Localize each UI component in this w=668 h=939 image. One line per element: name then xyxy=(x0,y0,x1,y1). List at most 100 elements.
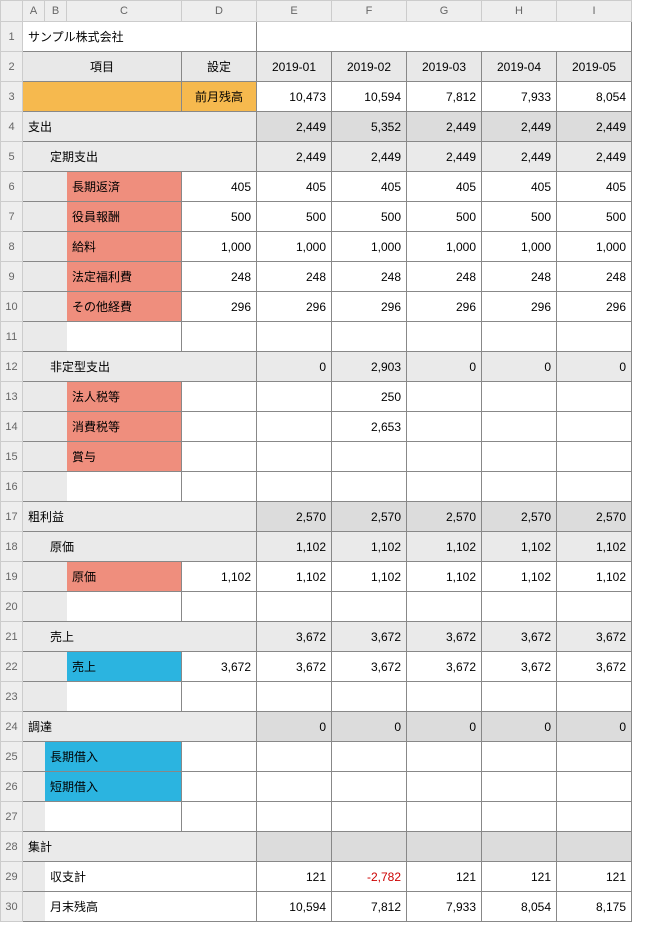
indent-cell[interactable] xyxy=(23,292,45,322)
value-cell[interactable] xyxy=(257,442,332,472)
row-header[interactable]: 19 xyxy=(1,562,23,592)
value-cell[interactable]: 296 xyxy=(482,292,557,322)
col-header[interactable]: F xyxy=(332,1,407,22)
value-cell[interactable] xyxy=(332,442,407,472)
value-cell[interactable]: 1,000 xyxy=(257,232,332,262)
value-cell[interactable]: 2,449 xyxy=(557,142,632,172)
row-header[interactable]: 3 xyxy=(1,82,23,112)
value-cell[interactable]: 2,449 xyxy=(482,142,557,172)
empty-cell[interactable] xyxy=(67,682,182,712)
header-month[interactable]: 2019-01 xyxy=(257,52,332,82)
value-cell[interactable]: 1,102 xyxy=(482,532,557,562)
row-header[interactable]: 16 xyxy=(1,472,23,502)
value-cell[interactable] xyxy=(557,832,632,862)
value-cell[interactable]: 2,570 xyxy=(407,502,482,532)
setting-cell[interactable]: 296 xyxy=(182,292,257,322)
row-header[interactable]: 11 xyxy=(1,322,23,352)
indent-cell[interactable] xyxy=(23,442,45,472)
value-cell[interactable]: 248 xyxy=(257,262,332,292)
indent-cell[interactable] xyxy=(23,742,45,772)
empty-cell[interactable] xyxy=(407,472,482,502)
company-title[interactable]: サンプル株式会社 xyxy=(23,22,257,52)
indent-cell[interactable] xyxy=(23,172,45,202)
value-cell[interactable]: 3,672 xyxy=(332,622,407,652)
value-cell[interactable]: 3,672 xyxy=(557,652,632,682)
row-header[interactable]: 13 xyxy=(1,382,23,412)
empty-cell[interactable] xyxy=(557,592,632,622)
value-cell[interactable]: 2,570 xyxy=(257,502,332,532)
value-cell[interactable] xyxy=(332,832,407,862)
value-cell[interactable]: 1,102 xyxy=(557,562,632,592)
value-cell[interactable]: 1,000 xyxy=(407,232,482,262)
value-cell[interactable]: 2,903 xyxy=(332,352,407,382)
value-cell[interactable]: 500 xyxy=(407,202,482,232)
indent-cell[interactable] xyxy=(23,472,45,502)
value-cell[interactable] xyxy=(257,412,332,442)
row-header[interactable]: 23 xyxy=(1,682,23,712)
value-cell[interactable]: 10,594 xyxy=(332,82,407,112)
value-cell[interactable]: 0 xyxy=(482,712,557,742)
value-cell[interactable]: 10,594 xyxy=(257,892,332,922)
empty-cell[interactable] xyxy=(67,592,182,622)
value-cell[interactable]: 2,449 xyxy=(407,142,482,172)
value-cell[interactable]: 1,102 xyxy=(407,562,482,592)
value-cell[interactable]: 3,672 xyxy=(557,622,632,652)
indent-cell[interactable] xyxy=(23,352,45,382)
col-header[interactable]: D xyxy=(182,1,257,22)
row-header[interactable]: 7 xyxy=(1,202,23,232)
value-cell[interactable] xyxy=(407,382,482,412)
col-header[interactable]: E xyxy=(257,1,332,22)
indent-cell[interactable] xyxy=(45,322,67,352)
value-cell[interactable]: 500 xyxy=(257,202,332,232)
header-month[interactable]: 2019-02 xyxy=(332,52,407,82)
value-cell[interactable] xyxy=(332,742,407,772)
value-cell[interactable]: 5,352 xyxy=(332,112,407,142)
empty-cell[interactable] xyxy=(45,802,182,832)
empty-cell[interactable] xyxy=(257,472,332,502)
indent-cell[interactable] xyxy=(45,472,67,502)
value-cell[interactable] xyxy=(407,832,482,862)
value-cell[interactable]: 0 xyxy=(557,352,632,382)
value-cell[interactable]: 3,672 xyxy=(257,652,332,682)
indent-cell[interactable] xyxy=(23,622,45,652)
header-month[interactable]: 2019-03 xyxy=(407,52,482,82)
item-label[interactable]: 長期返済 xyxy=(67,172,182,202)
value-cell[interactable]: 2,653 xyxy=(332,412,407,442)
value-cell[interactable]: 500 xyxy=(332,202,407,232)
empty-cell[interactable] xyxy=(332,802,407,832)
value-cell[interactable]: 1,102 xyxy=(332,532,407,562)
value-cell[interactable] xyxy=(407,772,482,802)
empty-cell[interactable] xyxy=(332,592,407,622)
value-cell[interactable]: 7,933 xyxy=(407,892,482,922)
row-header[interactable]: 8 xyxy=(1,232,23,262)
value-cell[interactable] xyxy=(407,742,482,772)
indent-cell[interactable] xyxy=(23,532,45,562)
row-header[interactable]: 10 xyxy=(1,292,23,322)
value-cell[interactable]: 248 xyxy=(407,262,482,292)
value-cell[interactable]: 248 xyxy=(482,262,557,292)
setting-cell[interactable] xyxy=(182,772,257,802)
indent-cell[interactable] xyxy=(45,262,67,292)
empty-cell[interactable] xyxy=(332,682,407,712)
indent-cell[interactable] xyxy=(23,562,45,592)
indent-cell[interactable] xyxy=(23,202,45,232)
value-cell[interactable]: 121 xyxy=(257,862,332,892)
summary-label[interactable]: 月末残高 xyxy=(45,892,257,922)
header-item[interactable]: 項目 xyxy=(23,52,182,82)
indent-cell[interactable] xyxy=(45,172,67,202)
value-cell[interactable]: 2,570 xyxy=(557,502,632,532)
category-label[interactable]: 調達 xyxy=(23,712,257,742)
col-header[interactable]: C xyxy=(67,1,182,22)
row-header[interactable]: 1 xyxy=(1,22,23,52)
setting-cell[interactable]: 405 xyxy=(182,172,257,202)
setting-cell[interactable]: 3,672 xyxy=(182,652,257,682)
item-label[interactable]: 法人税等 xyxy=(67,382,182,412)
empty-cell[interactable] xyxy=(257,802,332,832)
indent-cell[interactable] xyxy=(45,412,67,442)
empty-cell[interactable] xyxy=(182,472,257,502)
value-cell[interactable] xyxy=(482,832,557,862)
indent-cell[interactable] xyxy=(23,232,45,262)
indent-cell[interactable] xyxy=(45,682,67,712)
row-header[interactable]: 18 xyxy=(1,532,23,562)
value-cell[interactable]: 10,473 xyxy=(257,82,332,112)
